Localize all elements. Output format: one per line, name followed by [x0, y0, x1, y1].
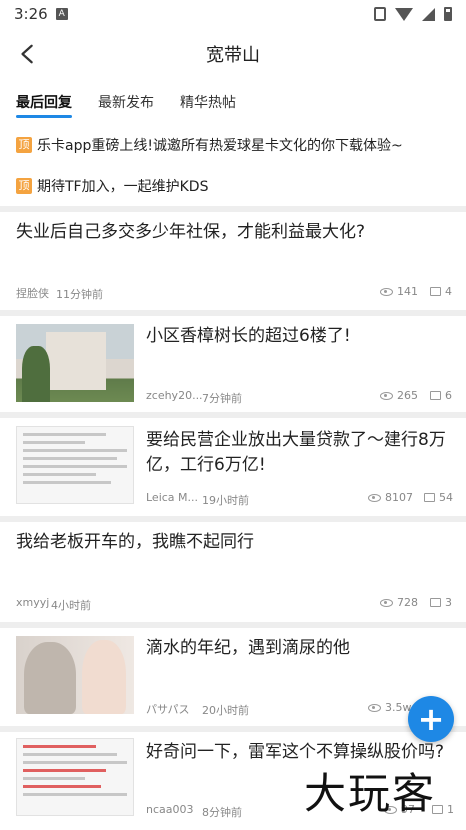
battery-icon	[444, 7, 452, 21]
comment-icon	[430, 598, 441, 607]
app-header: 宽带山	[0, 28, 466, 80]
post-title: 失业后自己多交多少年社保，才能利益最大化?	[16, 222, 366, 242]
post-item[interactable]: 我给老板开车的，我瞧不起同行 xmyyj 4小时前 728 3	[0, 522, 466, 622]
post-thumbnail	[16, 636, 134, 714]
post-time: 20小时前	[202, 704, 249, 717]
post-thumbnail	[16, 324, 134, 402]
view-count: 8107	[368, 491, 413, 504]
wifi-icon	[395, 7, 413, 21]
comment-count-value: 6	[445, 389, 452, 402]
status-time: 3:26	[14, 5, 48, 23]
view-count-value: 141	[397, 285, 418, 298]
post-title: 要给民营企业放出大量贷款了～建行8万亿，工行6万亿!	[146, 430, 446, 475]
comment-count: 3	[430, 596, 452, 609]
comment-count: 54	[424, 491, 453, 504]
back-button[interactable]	[8, 34, 48, 74]
page-title: 宽带山	[206, 45, 260, 66]
post-time: 4小时前	[51, 599, 91, 612]
pinned-post[interactable]: 顶 乐卡app重磅上线!诚邀所有热爱球星卡文化的你下载体验~	[0, 125, 466, 165]
post-item[interactable]: 小区香樟树长的超过6楼了! zcehy20... 7分钟前 265 6	[0, 316, 466, 412]
eye-icon	[368, 703, 381, 712]
eye-icon	[368, 493, 381, 502]
post-title: 我给老板开车的，我瞧不起同行	[16, 532, 254, 552]
pinned-post[interactable]: 顶 期待TF加入，一起维护KDS	[0, 166, 466, 206]
post-time: 8分钟前	[202, 806, 242, 819]
post-time: 19小时前	[202, 494, 249, 507]
post-thumbnail	[16, 426, 134, 504]
comment-count: 4	[430, 285, 452, 298]
eye-icon	[380, 391, 393, 400]
view-count: 141	[380, 285, 418, 298]
view-count-value: 3.5w	[385, 701, 412, 714]
post-item[interactable]: 要给民营企业放出大量贷款了～建行8万亿，工行6万亿! Leica M... 19…	[0, 418, 466, 516]
comment-count-value: 54	[439, 491, 453, 504]
eye-icon	[380, 287, 393, 296]
pinned-post-title: 期待TF加入，一起维护KDS	[37, 179, 209, 195]
eye-icon	[380, 598, 393, 607]
comment-count-value: 1	[447, 803, 454, 816]
tab-latest-reply[interactable]: 最后回复	[16, 82, 72, 122]
post-title: 滴水的年纪，遇到滴尿的他	[146, 638, 350, 658]
view-count: 265	[380, 389, 418, 402]
post-author: パサパス	[146, 703, 190, 716]
new-post-button[interactable]: +	[408, 696, 454, 742]
view-count: 728	[380, 596, 418, 609]
plus-icon: +	[417, 700, 445, 738]
back-arrow-icon	[21, 44, 33, 64]
post-title: 小区香樟树长的超过6楼了!	[146, 326, 351, 346]
comment-count: 6	[430, 389, 452, 402]
pinned-badge: 顶	[16, 178, 32, 194]
comment-count-value: 3	[445, 596, 452, 609]
comment-count-value: 4	[445, 285, 452, 298]
comment-icon	[430, 287, 441, 296]
post-item[interactable]: 滴水的年纪，遇到滴尿的他 パサパス 20小时前 3.5w	[0, 628, 466, 726]
post-author: ncaa003	[146, 803, 194, 816]
watermark-text: 大玩客	[304, 769, 437, 818]
view-count-value: 265	[397, 389, 418, 402]
status-bar: 3:26 A	[0, 0, 466, 28]
comment-icon	[430, 391, 441, 400]
vibrate-icon	[374, 7, 386, 21]
post-author: xmyyj	[16, 596, 50, 609]
post-author: 捏脸侠	[16, 287, 49, 300]
comment-icon	[424, 493, 435, 502]
tab-bar: 最后回复 最新发布 精华热帖	[0, 82, 466, 122]
post-time: 7分钟前	[202, 392, 242, 405]
post-thumbnail	[16, 738, 134, 816]
view-count-value: 728	[397, 596, 418, 609]
view-count-value: 8107	[385, 491, 413, 504]
post-author: zcehy20...	[146, 389, 203, 402]
notification-icon: A	[55, 8, 68, 20]
pinned-post-title: 乐卡app重磅上线!诚邀所有热爱球星卡文化的你下载体验~	[37, 138, 403, 154]
status-icons	[374, 7, 452, 21]
post-item[interactable]: 失业后自己多交多少年社保，才能利益最大化? 捏脸侠 11分钟前 141 4	[0, 212, 466, 310]
tab-newest[interactable]: 最新发布	[98, 82, 154, 122]
view-count: 3.5w	[368, 701, 412, 714]
post-author: Leica M...	[146, 491, 199, 504]
pinned-badge: 顶	[16, 137, 32, 153]
tab-featured[interactable]: 精华热帖	[180, 82, 236, 122]
signal-icon	[422, 7, 435, 21]
post-time: 11分钟前	[56, 288, 103, 301]
